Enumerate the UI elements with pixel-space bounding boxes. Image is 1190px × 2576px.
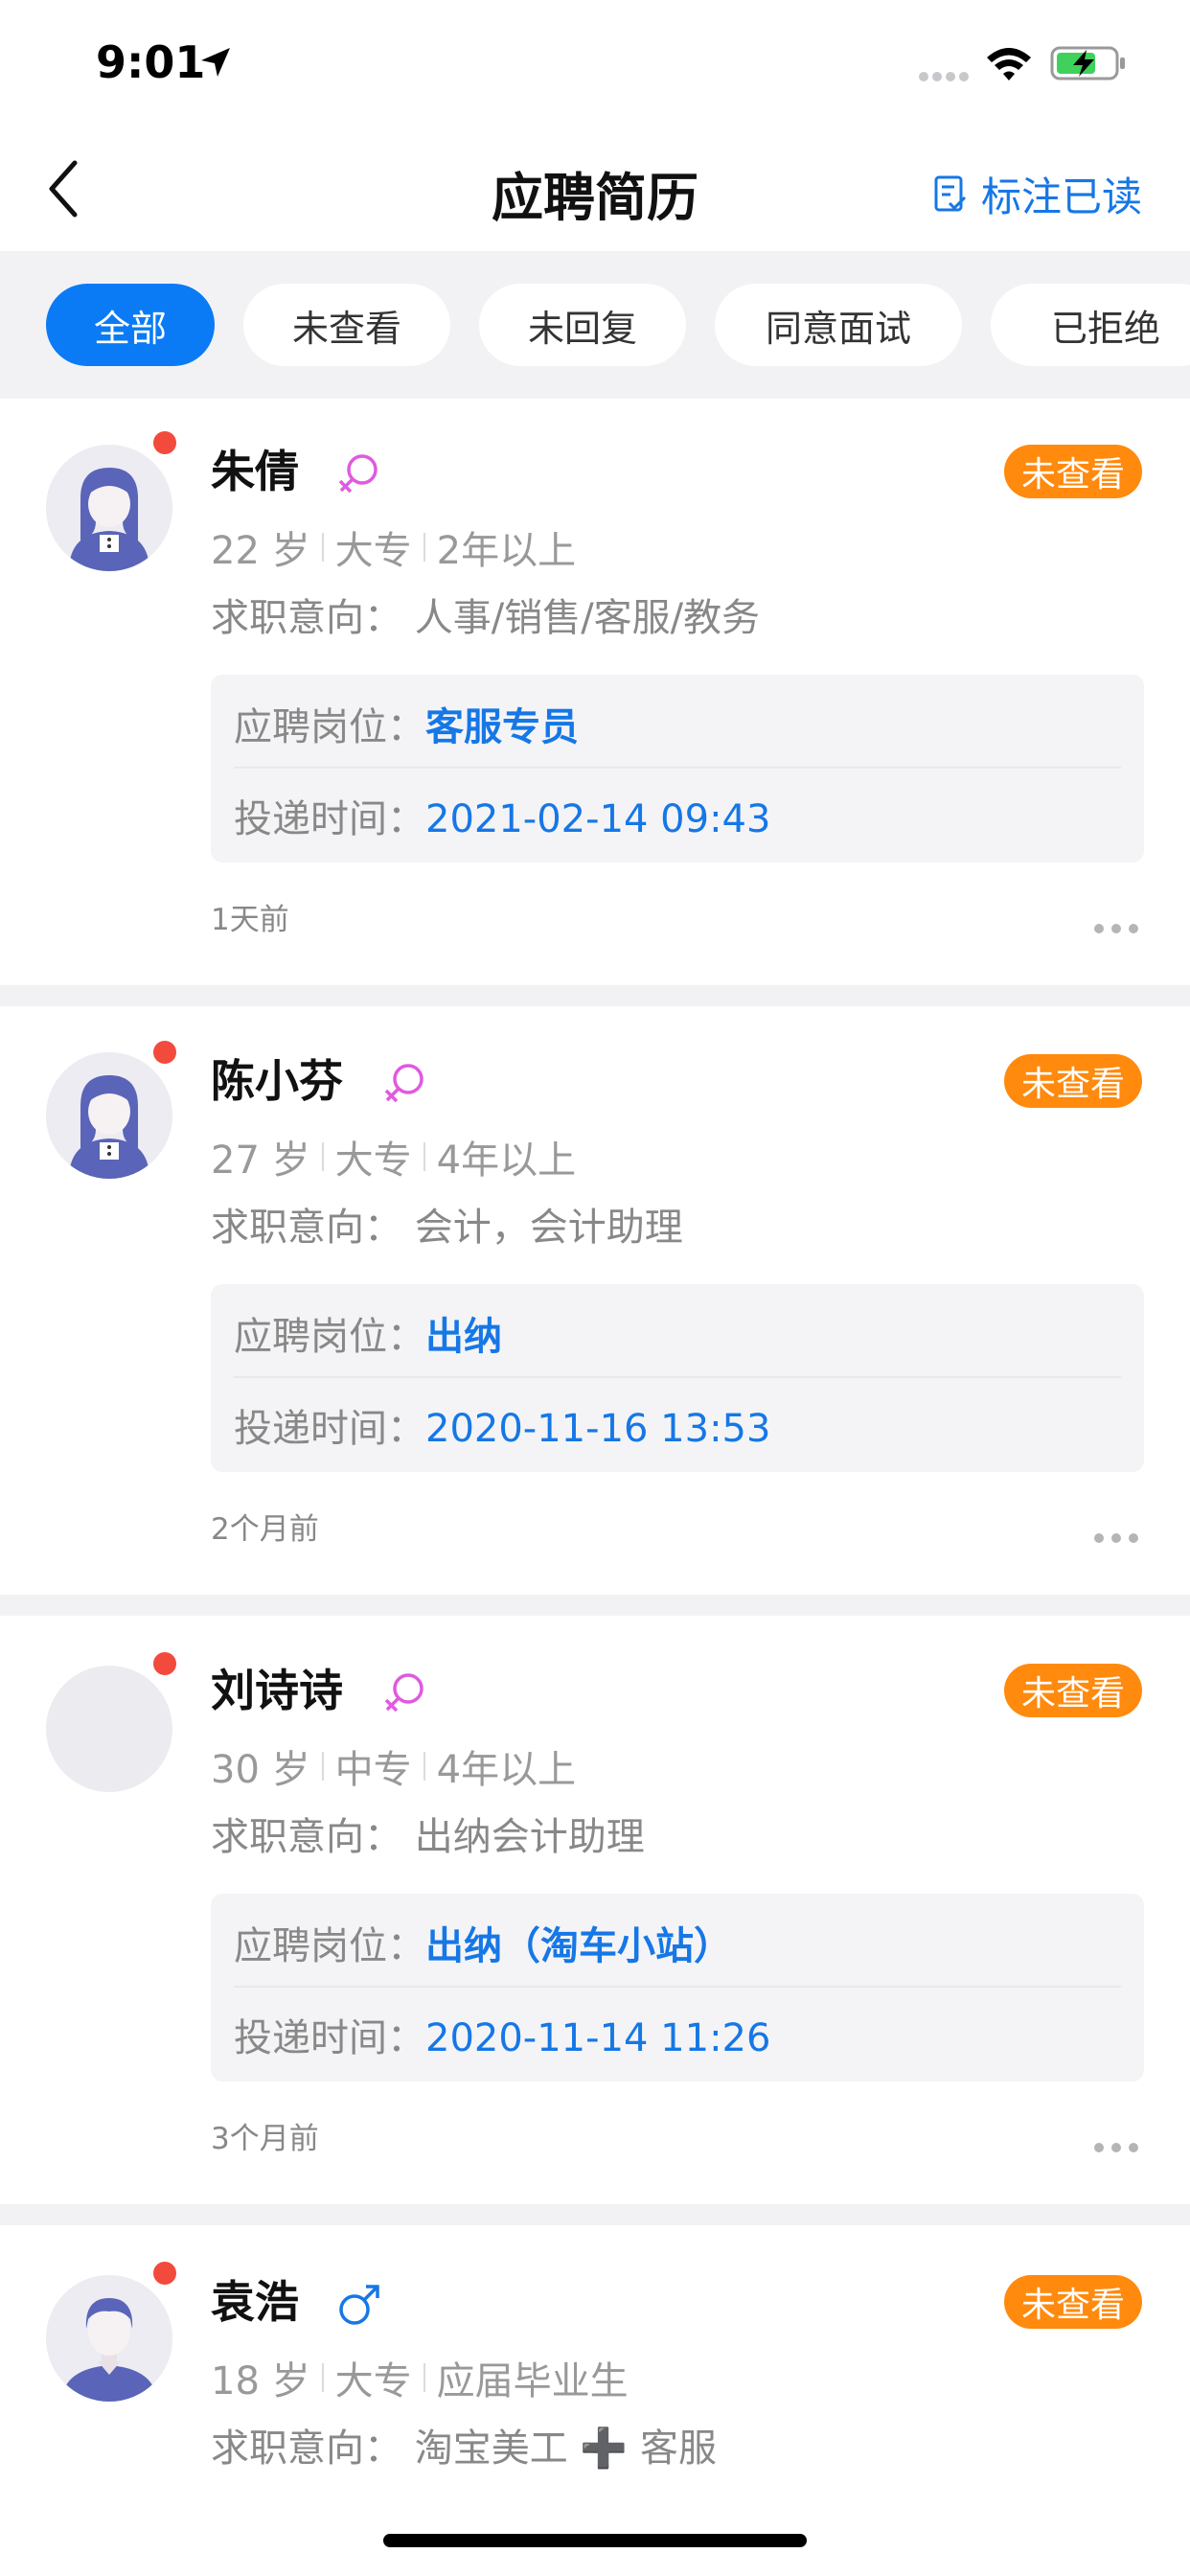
delivery-time-row: 投递时间：2020-11-16 13:53 <box>234 1397 770 1453</box>
unread-dot <box>153 1041 176 1064</box>
male-avatar-icon <box>46 2275 172 2402</box>
relative-time: 2个月前 <box>211 1512 319 1547</box>
delivery-time-label: 投递时间： <box>234 1407 425 1451</box>
applied-position-row: 应聘岗位：出纳 <box>234 1305 502 1361</box>
location-arrow-icon <box>201 48 230 77</box>
application-info: 应聘岗位：出纳 投递时间：2020-11-16 13:53 <box>211 1284 1144 1472</box>
candidate-name: 刘诗诗 <box>211 1665 343 1716</box>
more-options-icon[interactable] <box>1092 2141 1140 2154</box>
education: 大专 <box>334 529 412 573</box>
delivery-time: 2021-02-14 09:43 <box>425 797 771 841</box>
unread-dot <box>153 1652 176 1675</box>
relative-time: 1天前 <box>211 903 289 937</box>
applied-position-label: 应聘岗位： <box>234 705 425 749</box>
age: 27 岁 <box>211 1138 310 1183</box>
mark-read-label: 标注已读 <box>980 173 1142 220</box>
mark-read-button[interactable]: 标注已读 <box>933 165 1142 223</box>
male-gender-icon <box>339 2285 379 2325</box>
delivery-time-label: 投递时间： <box>234 797 425 841</box>
application-info: 应聘岗位：出纳（淘车小站） 投递时间：2020-11-14 11:26 <box>211 1894 1144 2082</box>
education: 大专 <box>334 2359 412 2404</box>
delivery-time: 2020-11-16 13:53 <box>425 1407 771 1451</box>
mark-read-icon <box>934 175 967 211</box>
delivery-time-row: 投递时间：2020-11-14 11:26 <box>234 2007 770 2062</box>
candidate-meta: 30 岁 中专 4年以上 <box>211 1738 576 1794</box>
applied-position-row: 应聘岗位：客服专员 <box>234 696 579 751</box>
more-options-icon[interactable] <box>1092 1531 1140 1545</box>
candidate-name: 陈小芬 <box>211 1055 343 1107</box>
tab-interview-accepted[interactable]: 同意面试 <box>715 284 962 366</box>
job-intent: 求职意向： 会计，会计助理 <box>211 1206 683 1250</box>
age: 30 岁 <box>211 1748 310 1792</box>
applied-position-label: 应聘岗位： <box>234 1924 425 1968</box>
resume-card[interactable]: 陈小芬 未查看 27 岁 大专 4年以上 求职意向： 会计，会计助理 应聘岗位：… <box>0 1006 1190 1595</box>
signal-icon <box>919 72 969 81</box>
unread-dot <box>153 2262 176 2285</box>
card-divider <box>0 2204 1190 2225</box>
battery-icon <box>1050 46 1125 80</box>
resume-card[interactable]: 朱倩 未查看 22 岁 大专 2年以上 求职意向： 人事/销售/客服/教务 应聘… <box>0 399 1190 985</box>
relative-time: 3个月前 <box>211 2122 319 2156</box>
card-divider <box>0 1595 1190 1616</box>
candidate-meta: 22 岁 大专 2年以上 <box>211 519 576 575</box>
candidate-meta: 27 岁 大专 4年以上 <box>211 1129 576 1184</box>
female-avatar-icon <box>46 445 172 571</box>
female-gender-icon <box>338 454 378 494</box>
applied-position-label: 应聘岗位： <box>234 1315 425 1359</box>
card-divider <box>0 985 1190 1006</box>
delivery-time: 2020-11-14 11:26 <box>425 2016 771 2060</box>
candidate-name: 朱倩 <box>211 446 299 497</box>
job-intent: 求职意向： 淘宝美工 ➕ 客服 <box>211 2426 717 2471</box>
tab-unreplied[interactable]: 未回复 <box>479 284 686 366</box>
education: 大专 <box>334 1138 412 1183</box>
info-divider <box>234 1376 1121 1378</box>
info-divider <box>234 767 1121 769</box>
candidate-meta: 18 岁 大专 应届毕业生 <box>211 2350 629 2405</box>
delivery-time-row: 投递时间：2021-02-14 09:43 <box>234 788 770 843</box>
resume-card[interactable]: 袁浩 未查看 18 岁 大专 应届毕业生 求职意向： 淘宝美工 ➕ 客服 <box>0 2225 1190 2576</box>
status-badge: 未查看 <box>1003 1054 1142 1108</box>
experience: 4年以上 <box>436 1138 577 1183</box>
candidate-name: 袁浩 <box>211 2276 299 2328</box>
education: 中专 <box>334 1748 412 1792</box>
tab-all[interactable]: 全部 <box>46 284 215 366</box>
status-bar: 9:01 <box>0 0 1190 126</box>
more-options-icon[interactable] <box>1092 922 1140 935</box>
experience: 2年以上 <box>436 529 577 573</box>
avatar-placeholder <box>46 1666 172 1792</box>
applied-position: 出纳（淘车小站） <box>425 1924 732 1968</box>
applied-position-row: 应聘岗位：出纳（淘车小站） <box>234 1915 732 1970</box>
filter-tabs: 全部 未查看 未回复 同意面试 已拒绝 <box>0 251 1190 399</box>
female-gender-icon <box>384 1673 423 1713</box>
application-info: 应聘岗位：客服专员 投递时间：2021-02-14 09:43 <box>211 675 1144 862</box>
wifi-icon <box>987 48 1031 80</box>
tab-rejected[interactable]: 已拒绝 <box>991 284 1190 366</box>
status-time: 9:01 <box>96 36 206 88</box>
status-badge: 未查看 <box>1003 2275 1142 2329</box>
avatar <box>46 445 172 571</box>
job-intent: 求职意向： 出纳会计助理 <box>211 1815 645 1859</box>
avatar <box>46 1052 172 1179</box>
experience: 4年以上 <box>436 1748 577 1792</box>
experience: 应届毕业生 <box>436 2359 629 2404</box>
applied-position: 客服专员 <box>425 705 579 749</box>
age: 18 岁 <box>211 2359 310 2404</box>
avatar <box>46 2275 172 2402</box>
resume-card[interactable]: 刘诗诗 未查看 30 岁 中专 4年以上 求职意向： 出纳会计助理 应聘岗位：出… <box>0 1616 1190 2204</box>
delivery-time-label: 投递时间： <box>234 2016 425 2060</box>
unread-dot <box>153 431 176 454</box>
applied-position: 出纳 <box>425 1315 502 1359</box>
tab-unviewed[interactable]: 未查看 <box>243 284 450 366</box>
info-divider <box>234 1986 1121 1988</box>
home-indicator[interactable] <box>383 2534 807 2547</box>
nav-bar: 应聘简历 标注已读 <box>0 126 1190 251</box>
age: 22 岁 <box>211 529 310 573</box>
job-intent: 求职意向： 人事/销售/客服/教务 <box>211 596 761 640</box>
female-gender-icon <box>384 1064 423 1103</box>
status-badge: 未查看 <box>1003 445 1142 498</box>
status-badge: 未查看 <box>1003 1664 1142 1717</box>
female-avatar-icon <box>46 1052 172 1179</box>
